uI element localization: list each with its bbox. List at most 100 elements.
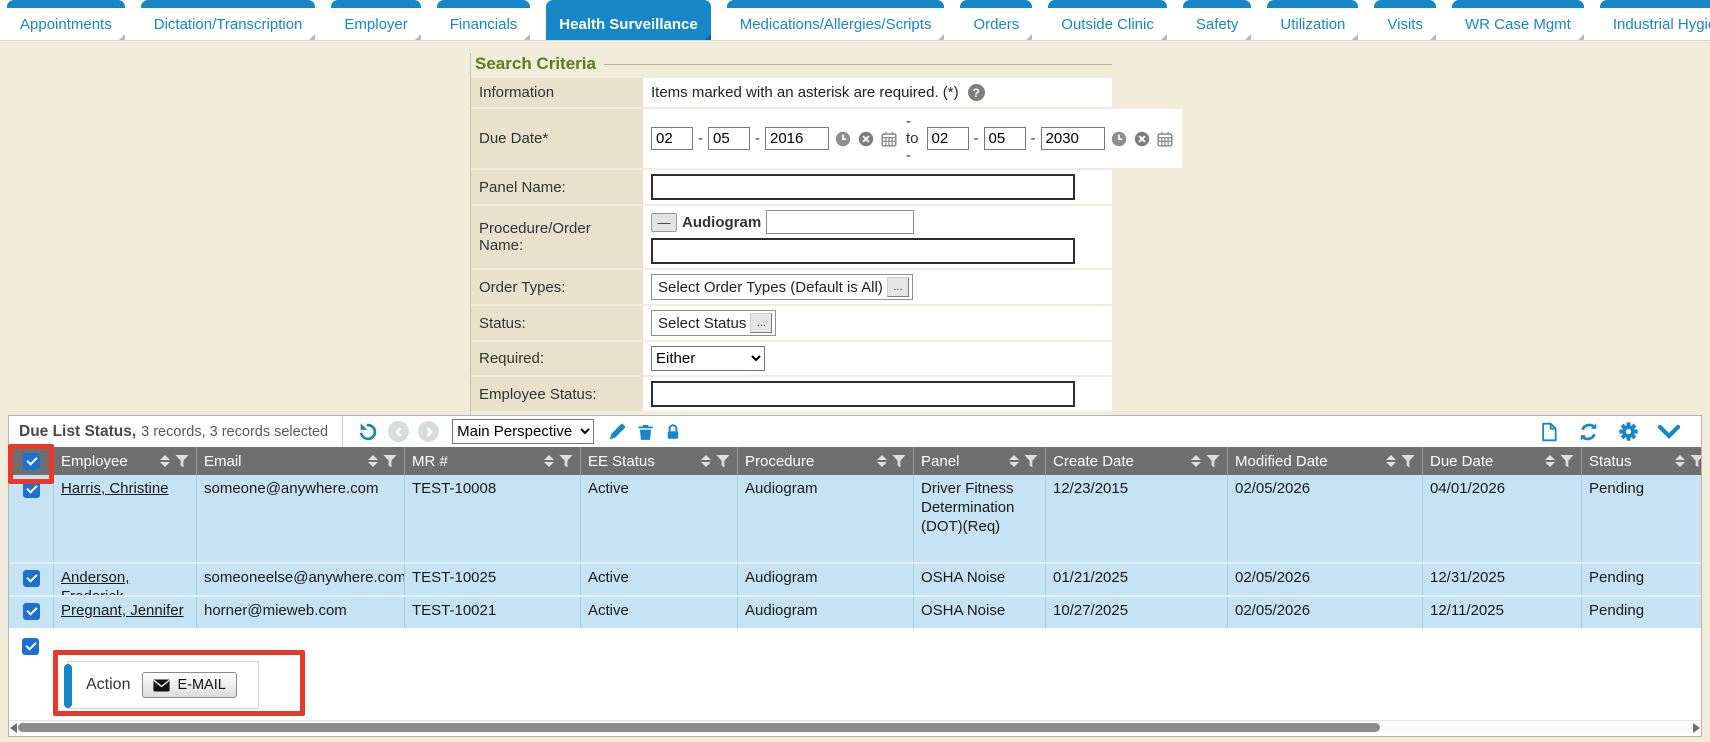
order-types-browse-button[interactable]: ...	[887, 277, 909, 297]
filter-icon[interactable]	[1560, 455, 1574, 468]
tab-fold-icon	[1430, 34, 1436, 40]
row-checkbox[interactable]	[23, 570, 40, 587]
col-header-ee-status[interactable]: EE Status	[581, 447, 738, 475]
employee-link[interactable]: Harris, Christine	[61, 480, 169, 497]
tab-utilization[interactable]: Utilization	[1267, 0, 1358, 40]
procedure-name-input[interactable]	[651, 238, 1075, 264]
settings-gear-icon[interactable]	[1618, 421, 1639, 442]
edit-perspective-icon[interactable]	[607, 422, 627, 442]
due-date-from-day-input[interactable]	[708, 127, 750, 150]
mr-cell: TEST-10008	[405, 475, 581, 562]
sort-icon[interactable]	[368, 455, 378, 467]
col-header-create-date[interactable]: Create Date	[1046, 447, 1228, 475]
information-row: Information Items marked with an asteris…	[471, 78, 1112, 107]
employee-link[interactable]: Pregnant, Jennifer	[61, 602, 184, 619]
sort-icon[interactable]	[1675, 455, 1685, 467]
col-header-due-date[interactable]: Due Date	[1423, 447, 1582, 475]
sort-icon[interactable]	[1545, 455, 1555, 467]
status-cell: Pending	[1582, 597, 1702, 628]
procedure-chip-input[interactable]	[766, 210, 914, 234]
sort-icon[interactable]	[701, 455, 711, 467]
due-date-to-day-input[interactable]	[984, 127, 1026, 150]
tab-wr-case-mgmt[interactable]: WR Case Mgmt	[1452, 0, 1584, 40]
due-date-from-year-input[interactable]	[765, 127, 829, 150]
collapse-chevron-icon[interactable]	[1657, 423, 1681, 441]
col-header-email[interactable]: Email	[197, 447, 405, 475]
delete-perspective-icon[interactable]	[636, 422, 655, 442]
email-button[interactable]: E-MAIL	[142, 672, 236, 698]
filter-icon[interactable]	[1024, 455, 1038, 468]
employee-status-input[interactable]	[651, 381, 1075, 407]
filter-icon[interactable]	[1206, 455, 1220, 468]
lock-perspective-icon[interactable]	[664, 422, 682, 442]
row-checkbox[interactable]	[23, 603, 40, 620]
col-header-employee[interactable]: Employee	[54, 447, 197, 475]
horizontal-scrollbar[interactable]	[9, 720, 1701, 733]
tab-outside-clinic[interactable]: Outside Clinic	[1048, 0, 1167, 40]
tab-financials[interactable]: Financials	[437, 0, 531, 40]
filter-icon[interactable]	[175, 455, 189, 468]
filter-icon[interactable]	[559, 455, 573, 468]
status-browse-button[interactable]: ...	[750, 313, 772, 333]
sort-icon[interactable]	[544, 455, 554, 467]
help-icon[interactable]	[968, 84, 985, 101]
filter-icon[interactable]	[1401, 455, 1415, 468]
filter-icon[interactable]	[383, 455, 397, 468]
calendar-icon[interactable]	[880, 130, 898, 148]
remove-procedure-button[interactable]: —	[651, 213, 677, 232]
ee-status-cell: Active	[581, 597, 738, 628]
tab-medications-allergies-scripts[interactable]: Medications/Allergies/Scripts	[727, 0, 945, 40]
sort-icon[interactable]	[1009, 455, 1019, 467]
col-header-status[interactable]: Status	[1582, 447, 1702, 475]
col-header-panel[interactable]: Panel	[914, 447, 1046, 475]
filter-icon[interactable]	[716, 455, 730, 468]
history-back-icon[interactable]	[388, 421, 409, 442]
due-date-to-month-input[interactable]	[927, 127, 969, 150]
tab-appointments[interactable]: Appointments	[7, 0, 125, 40]
reset-icon[interactable]	[357, 421, 379, 443]
col-header-procedure[interactable]: Procedure	[738, 447, 914, 475]
col-header-mr[interactable]: MR #	[405, 447, 581, 475]
modified-date-cell: 02/05/2026	[1228, 475, 1423, 562]
row-checkbox[interactable]	[23, 481, 40, 498]
employee-link[interactable]: Anderson, Frederick	[61, 569, 129, 595]
new-document-icon[interactable]	[1539, 421, 1559, 443]
tab-employer[interactable]: Employer	[331, 0, 420, 40]
tab-dictation-transcription[interactable]: Dictation/Transcription	[141, 0, 316, 40]
sort-icon[interactable]	[160, 455, 170, 467]
filter-icon[interactable]	[892, 455, 906, 468]
history-forward-icon[interactable]	[418, 421, 439, 442]
refresh-icon[interactable]	[1577, 421, 1600, 443]
tab-fold-icon	[1578, 34, 1584, 40]
sort-icon[interactable]	[877, 455, 887, 467]
required-select[interactable]: Either	[651, 346, 765, 371]
filter-icon[interactable]	[1690, 455, 1702, 468]
scroll-left-arrow-icon[interactable]	[10, 723, 17, 733]
clear-date-icon[interactable]	[857, 130, 875, 148]
perspective-select[interactable]: Main Perspective	[452, 419, 594, 444]
email-cell: horner@mieweb.com	[197, 597, 405, 628]
tab-safety[interactable]: Safety	[1183, 0, 1252, 40]
select-all-checkbox[interactable]	[23, 453, 40, 470]
calendar-icon[interactable]	[1156, 130, 1174, 148]
tab-visits[interactable]: Visits	[1374, 0, 1436, 40]
procedure-cell: Audiogram	[738, 475, 914, 562]
action-panel: Action E-MAIL	[67, 661, 259, 709]
tab-health-surveillance[interactable]: Health Surveillance	[546, 0, 710, 40]
clock-icon[interactable]	[834, 130, 852, 148]
col-header-modified-date[interactable]: Modified Date	[1228, 447, 1423, 475]
panel-name-input[interactable]	[651, 174, 1075, 200]
footer-select-checkbox[interactable]	[22, 638, 39, 655]
clock-icon[interactable]	[1110, 130, 1128, 148]
tab-orders[interactable]: Orders	[960, 0, 1032, 40]
sort-icon[interactable]	[1191, 455, 1201, 467]
scroll-right-arrow-icon[interactable]	[1693, 723, 1700, 733]
search-criteria-panel: Search Criteria Information Items marked…	[470, 53, 1112, 442]
scrollbar-thumb[interactable]	[18, 723, 1380, 732]
due-date-to-year-input[interactable]	[1041, 127, 1105, 150]
tab-industrial-hygiene[interactable]: Industrial Hygiene	[1600, 0, 1710, 40]
sort-icon[interactable]	[1386, 455, 1396, 467]
due-date-cell: 12/31/2025	[1423, 564, 1582, 595]
due-date-from-month-input[interactable]	[651, 127, 693, 150]
clear-date-icon[interactable]	[1133, 130, 1151, 148]
